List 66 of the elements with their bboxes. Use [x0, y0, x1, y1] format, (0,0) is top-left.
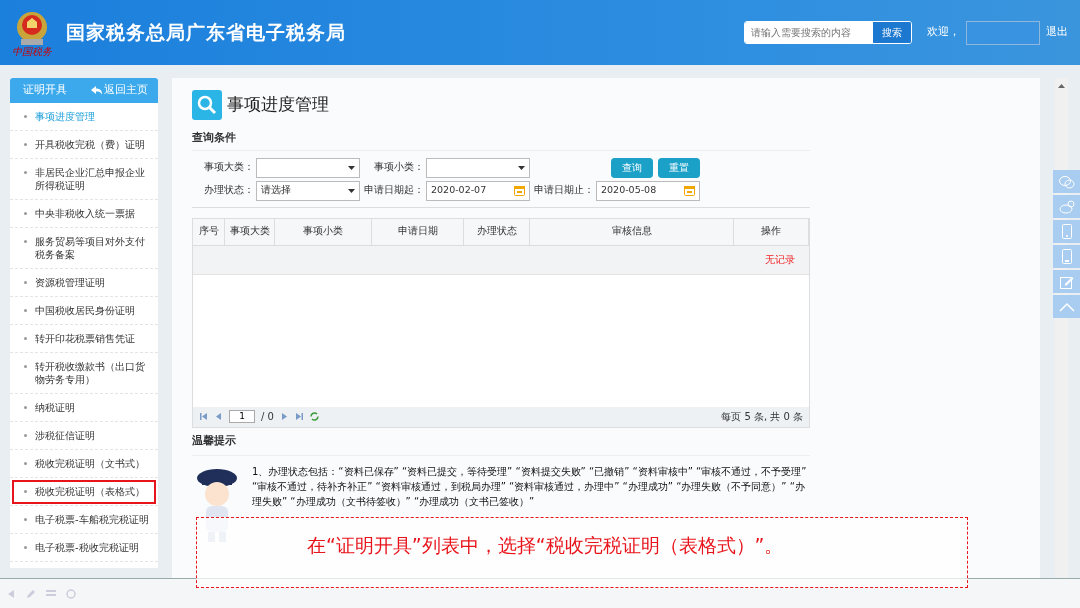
sidebar-title: 证明开具 [23, 82, 67, 99]
select-field[interactable] [256, 157, 360, 178]
back-to-top-icon[interactable] [1053, 295, 1080, 318]
swirl-icon[interactable] [1053, 195, 1080, 218]
sidebar-item[interactable]: 中国税收居民身份证明 [10, 297, 158, 325]
column-header: 操作 [734, 218, 809, 245]
column-header: 事项大类 [225, 218, 275, 245]
date-field[interactable]: 2020-02-07 [426, 180, 530, 201]
page-title: 事项进度管理 [227, 93, 329, 117]
dropdown-caret-icon [518, 165, 525, 170]
column-header: 事项小类 [275, 218, 372, 245]
search-icon [192, 90, 222, 120]
welcome-text: 欢迎， [927, 24, 960, 41]
circle-icon[interactable] [66, 588, 76, 599]
column-header: 办理状态 [464, 218, 530, 245]
sidebar-item[interactable]: 税收完税证明（表格式） [10, 478, 158, 506]
date-field[interactable]: 2020-05-08 [596, 180, 700, 201]
tablet-icon[interactable] [1053, 220, 1080, 243]
previous-page-icon[interactable] [214, 412, 223, 421]
pencil-icon[interactable] [26, 588, 36, 599]
dropdown-caret-icon [348, 188, 355, 193]
phone-icon[interactable] [1053, 245, 1080, 268]
page-number-field[interactable]: 1 [229, 410, 255, 423]
refresh-icon[interactable] [309, 412, 319, 421]
column-header: 申请日期 [372, 218, 464, 245]
field-label: 事项小类： [373, 160, 425, 175]
pager-summary: 每页 5 条, 共 0 条 [721, 410, 803, 424]
calendar-icon [514, 185, 525, 196]
calendar-icon [684, 185, 695, 196]
page-total: / 0 [261, 410, 274, 424]
sidebar-item[interactable]: 资源税管理证明 [10, 269, 158, 297]
logo-caption: 中国税务 [12, 46, 52, 57]
sidebar-item[interactable]: 电子税票-税收完税证明 [10, 534, 158, 562]
chat-icon[interactable] [1053, 170, 1080, 193]
sidebar-item[interactable]: 服务贸易等项目对外支付税务备案 [10, 228, 158, 269]
section-heading: 查询条件 [192, 130, 810, 151]
sidebar-item[interactable]: 中央非税收入统一票据 [10, 200, 158, 228]
callout-text: 在“证明开具”列表中，选择“税收完税证明（表格式）”。 [307, 533, 784, 559]
sidebar-item[interactable]: 开具税收完税（费）证明 [10, 131, 158, 159]
sidebar-item[interactable]: 转开印花税票销售凭证 [10, 325, 158, 353]
column-header: 序号 [193, 218, 225, 245]
sidebar-item[interactable]: 涉税征信证明 [10, 422, 158, 450]
first-page-icon[interactable] [199, 412, 208, 421]
sidebar-item[interactable]: 纳税证明 [10, 394, 158, 422]
edit-icon[interactable] [1053, 270, 1080, 293]
field-label: 申请日期止： [533, 183, 595, 198]
sidebar-item[interactable]: 电子税票-车船税完税证明 [10, 506, 158, 534]
back-arrow-icon [90, 86, 102, 95]
sidebar-item[interactable]: 非居民企业汇总申报企业所得税证明 [10, 159, 158, 200]
sidebar-item[interactable]: 税收完税证明（文书式） [10, 450, 158, 478]
dropdown-caret-icon [348, 165, 355, 170]
back-icon[interactable] [6, 588, 16, 599]
select-field[interactable]: 请选择 [256, 180, 360, 201]
list-icon[interactable] [46, 588, 56, 599]
next-page-icon[interactable] [279, 412, 289, 421]
site-title: 国家税务总局广东省电子税务局 [66, 20, 346, 46]
select-field[interactable] [426, 157, 530, 178]
section-heading: 温馨提示 [192, 432, 810, 456]
column-header: 审核信息 [530, 218, 734, 245]
last-page-icon[interactable] [294, 412, 304, 421]
field-label: 事项大类： [203, 160, 255, 175]
field-label: 办理状态： [203, 183, 255, 198]
field-label: 申请日期起： [363, 183, 425, 198]
no-records-text: 无记录 [765, 253, 795, 267]
sidebar-item[interactable]: 转开税收缴款书（出口货物劳务专用） [10, 353, 158, 394]
tip-text: 1、办理状态包括：“资料已保存” “资料已提交，等待受理” “资料提交失败” “已撤销” “资料审核中” “审核不通过，不予受理” “审核不通过，待补齐补正” “资料审核通过，到税局办理” “资料审核通过，办理中” “办理成功” “办理失败（不予同意）” “办理失败” “办理成功（文书待签收）” “办理成功（文书已签收）” [252, 465, 808, 509]
